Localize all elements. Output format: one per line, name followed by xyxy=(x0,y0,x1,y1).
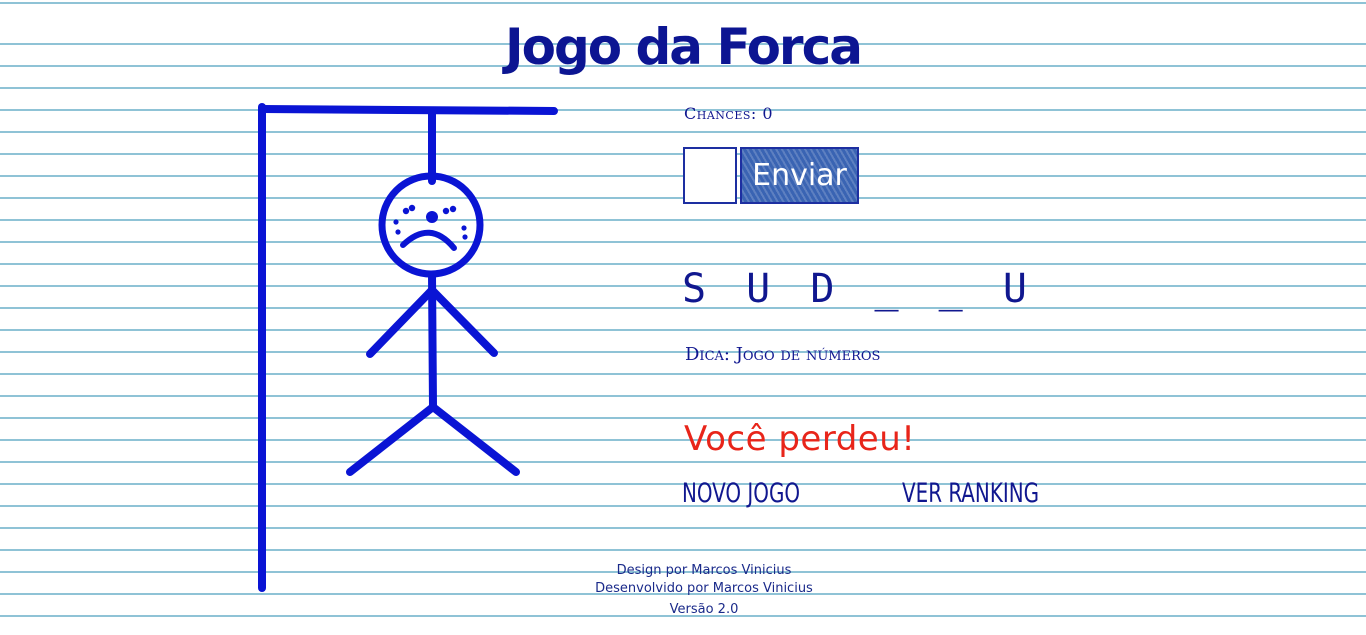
design-credit: Design por Marcos Vinicius xyxy=(616,563,792,578)
hangman-right-tear xyxy=(461,225,467,231)
developer-credit: Desenvolvido por Marcos Vinicius xyxy=(595,581,813,596)
hangman-sad-mouth xyxy=(400,229,457,251)
new-game-link[interactable]: NOVO JOGO xyxy=(682,478,800,509)
hangman-right-leg xyxy=(429,403,520,476)
hangman-nose xyxy=(426,211,438,223)
view-ranking-link[interactable]: VER RANKING xyxy=(902,478,1039,509)
hangman-left-tear xyxy=(393,219,399,225)
send-button[interactable]: Enviar xyxy=(740,147,859,204)
hint-text: Dica: Jogo de números xyxy=(685,344,881,365)
hangman-drawing xyxy=(258,103,558,592)
letter-input[interactable] xyxy=(683,147,737,204)
result-message: Você perdeu! xyxy=(684,419,916,459)
version-label: Versão 2.0 xyxy=(669,602,739,617)
hangman-head xyxy=(378,172,484,278)
gallows-beam xyxy=(258,105,558,115)
hangman-left-arm xyxy=(366,286,436,358)
chances-counter: Chances: 0 xyxy=(684,104,774,123)
hangman-right-arm xyxy=(428,286,498,357)
hangman-left-leg xyxy=(346,403,437,476)
page-title: Jogo da Forca xyxy=(505,18,863,76)
hidden-word: S U D _ _ U xyxy=(682,266,1035,312)
